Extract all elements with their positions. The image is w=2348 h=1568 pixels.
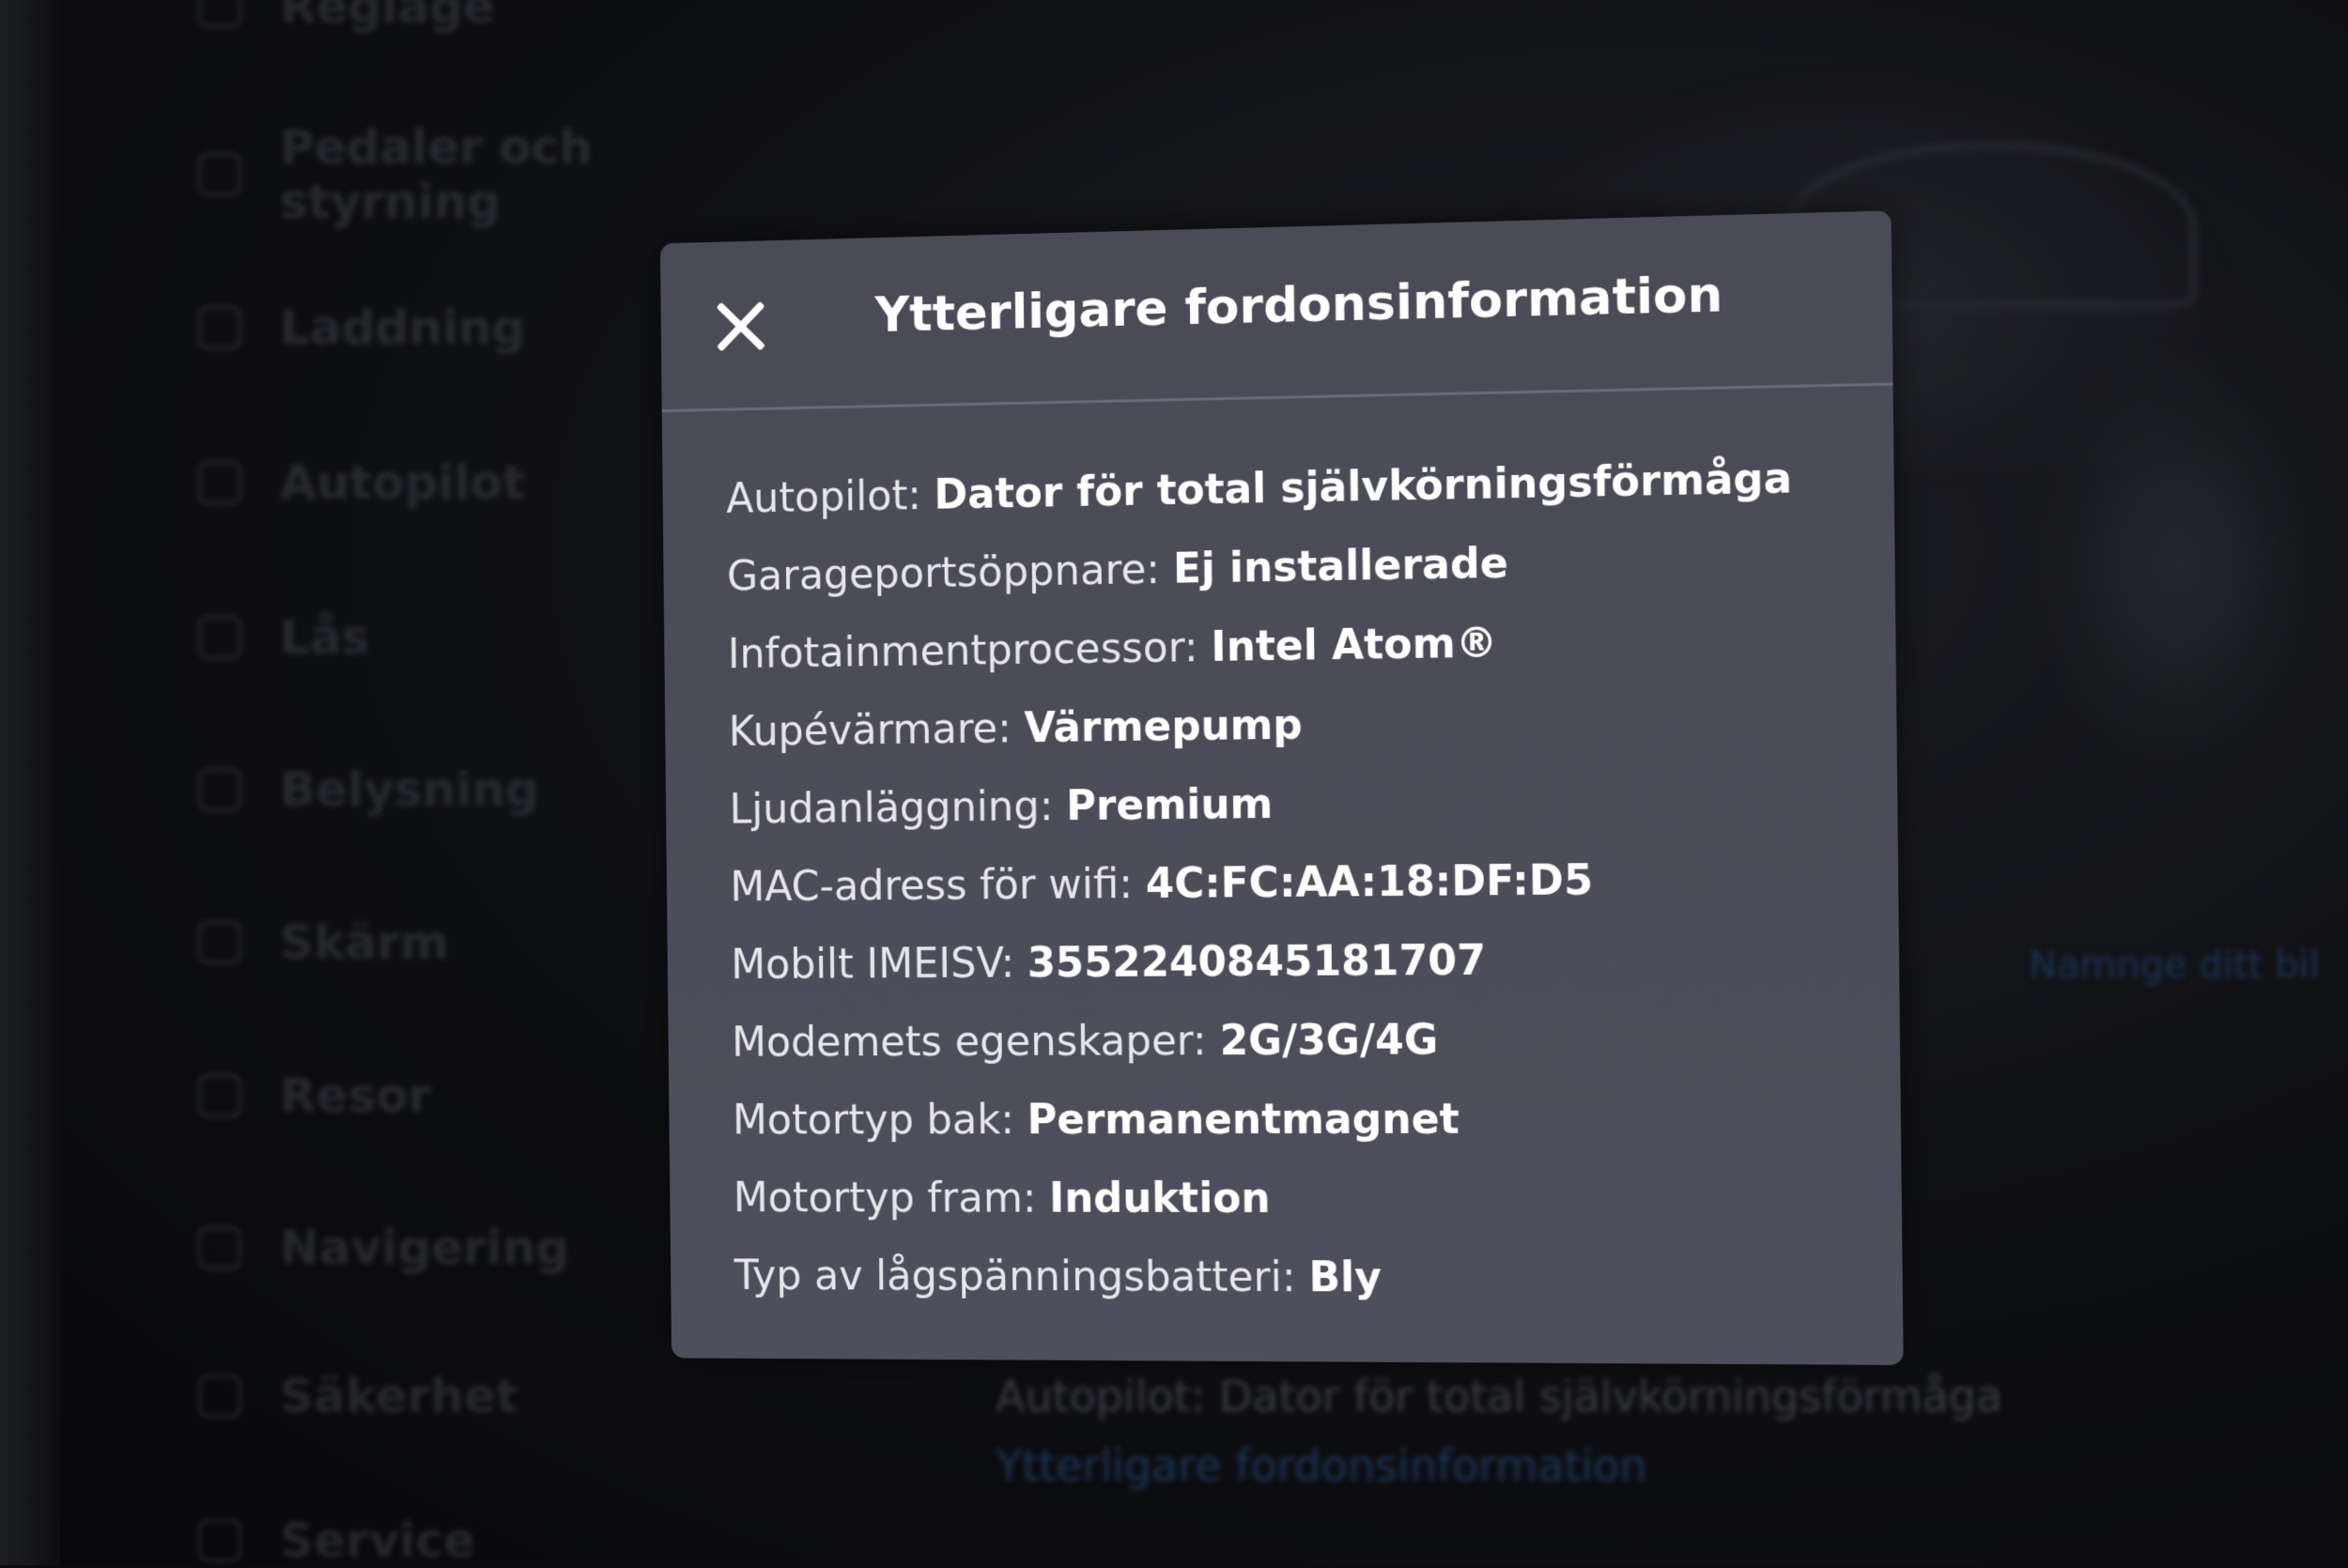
- info-row-cabin-heater: Kupévärmare: Värmepump: [729, 691, 1897, 784]
- bolt-icon: [197, 305, 242, 350]
- sidebar-item-reglage[interactable]: Reglage: [197, 0, 495, 34]
- sidebar-item-label: Reglage: [280, 0, 495, 34]
- sidebar-item-navigering[interactable]: Navigering: [197, 1221, 569, 1275]
- settings-sidebar: Reglage Pedaler och styrning Laddning Au…: [141, 0, 629, 1568]
- vehicle-info-list: Autopilot: Dator för total självkörnings…: [662, 386, 1904, 1334]
- info-row-wifi-mac: MAC-adress för wifi: 4C:FC:AA:18:DF:D5: [730, 852, 1899, 940]
- info-label: Garageportsöppnare:: [726, 546, 1161, 601]
- name-your-car-link[interactable]: Namnge ditt bil: [2029, 944, 2320, 987]
- safety-icon: [197, 1374, 242, 1419]
- info-label: Typ av lågspänningsbatteri:: [734, 1252, 1296, 1302]
- sidebar-item-service[interactable]: Service: [197, 1514, 475, 1568]
- sidebar-item-label: Autopilot: [280, 455, 525, 510]
- info-label: Modemets egenskaper:: [731, 1017, 1207, 1067]
- info-value: Permanentmagnet: [1027, 1095, 1460, 1145]
- sidebar-item-belysning[interactable]: Belysning: [197, 762, 539, 817]
- info-row-rear-motor: Motortyp bak: Permanentmagnet: [733, 1093, 1902, 1174]
- sidebar-item-label: Laddning: [280, 300, 526, 355]
- vehicle-info-modal: Ytterligare fordonsinformation Autopilot…: [659, 210, 1904, 1365]
- wrench-icon: [197, 1518, 242, 1563]
- info-row-imeisv: Mobilt IMEISV: 3552240845181707: [731, 932, 1900, 1018]
- background-autopilot-line: Autopilot: Dator för total självkörnings…: [996, 1371, 2003, 1422]
- toggle-icon: [197, 0, 242, 29]
- modal-header: Ytterligare fordonsinformation: [659, 210, 1893, 413]
- sidebar-item-label: Säkerhet: [280, 1369, 518, 1423]
- close-icon[interactable]: [713, 298, 768, 354]
- info-value: Intel Atom®: [1211, 619, 1498, 671]
- display-icon: [197, 920, 242, 965]
- info-label: Motortyp fram:: [733, 1174, 1037, 1222]
- modal-title: Ytterligare fordonsinformation: [874, 266, 1723, 344]
- info-row-modem-capabilities: Modemets egenskaper: 2G/3G/4G: [732, 1012, 1901, 1095]
- sidebar-item-sakerhet[interactable]: Säkerhet: [197, 1369, 518, 1423]
- car-icon: [197, 152, 242, 197]
- sidebar-item-laddning[interactable]: Laddning: [197, 300, 525, 355]
- navigation-icon: [197, 1225, 242, 1270]
- sidebar-item-label: Pedaler och styrning: [280, 120, 593, 229]
- info-label: MAC-adress för wifi:: [730, 860, 1134, 912]
- info-value: Ej installerade: [1172, 539, 1509, 593]
- info-value: Induktion: [1048, 1174, 1271, 1223]
- info-value: 4C:FC:AA:18:DF:D5: [1145, 856, 1594, 908]
- sidebar-item-pedaler[interactable]: Pedaler och styrning: [197, 120, 599, 229]
- sidebar-item-resor[interactable]: Resor: [197, 1068, 431, 1123]
- info-label: Autopilot:: [725, 471, 922, 523]
- info-value: Bly: [1308, 1253, 1383, 1302]
- background-vehicle-info: Autopilot: Dator för total självkörnings…: [996, 1371, 2002, 1491]
- more-vehicle-info-link[interactable]: Ytterligare fordonsinformation: [996, 1440, 2002, 1491]
- info-label: Motortyp bak:: [732, 1096, 1015, 1145]
- trips-icon: [197, 1073, 242, 1118]
- lock-icon: [197, 615, 242, 660]
- sidebar-item-autopilot[interactable]: Autopilot: [197, 455, 525, 510]
- info-row-front-motor: Motortyp fram: Induktion: [734, 1173, 1903, 1253]
- sidebar-item-las[interactable]: Lås: [197, 610, 369, 665]
- info-row-low-voltage-battery: Typ av lågspänningsbatteri: Bly: [734, 1251, 1903, 1334]
- sidebar-item-label: Lås: [280, 610, 370, 665]
- sidebar-item-label: Resor: [280, 1068, 432, 1123]
- screen-bezel: [0, 0, 60, 1565]
- info-value: Värmepump: [1024, 700, 1304, 753]
- sidebar-item-skarm[interactable]: Skärm: [197, 915, 449, 970]
- sidebar-item-label: Skärm: [280, 915, 449, 970]
- info-label: Infotainmentprocessor:: [727, 623, 1198, 679]
- background-glow: [2029, 338, 2329, 789]
- info-row-sound-system: Ljudanläggning: Premium: [729, 772, 1897, 862]
- info-value: 2G/3G/4G: [1219, 1016, 1439, 1066]
- info-value: Dator för total självkörningsförmåga: [934, 453, 1793, 519]
- info-label: Kupévärmare:: [728, 704, 1012, 756]
- light-icon: [197, 767, 242, 812]
- info-label: Ljudanläggning:: [729, 782, 1054, 834]
- sidebar-item-label: Belysning: [280, 762, 539, 817]
- info-label: Mobilt IMEISV:: [731, 939, 1015, 989]
- info-value: Premium: [1065, 779, 1274, 831]
- sidebar-item-label: Navigering: [280, 1221, 570, 1275]
- info-value: 3552240845181707: [1027, 936, 1487, 988]
- steering-wheel-icon: [197, 460, 242, 505]
- sidebar-item-label: Service: [280, 1514, 475, 1568]
